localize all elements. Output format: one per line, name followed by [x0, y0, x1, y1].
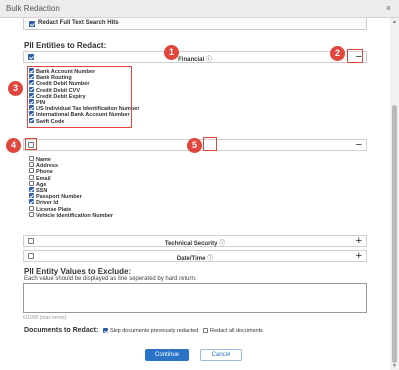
dialog-title: Bulk Redaction [6, 4, 60, 13]
cancel-button[interactable]: Cancel [200, 349, 242, 361]
info-icon[interactable]: ⓘ [219, 241, 225, 247]
skip-redacted-label: Skip documents previously redacted [109, 327, 199, 334]
expand-icon[interactable]: + [356, 250, 362, 262]
item-checkbox[interactable] [29, 193, 34, 199]
full-text-box: Redact Full Text Search Hits [23, 18, 367, 30]
scrollbar-thumb[interactable] [392, 105, 397, 363]
annotation-marker-5: 5 [187, 138, 202, 153]
pii-heading: PII Entities to Redact: [24, 41, 107, 50]
group-date-time[interactable]: Date/Time ⓘ + [23, 250, 367, 262]
annotation-highlight-checkbox [25, 138, 37, 150]
info-icon[interactable]: ⓘ [206, 57, 212, 63]
info-icon[interactable]: ⓘ [207, 256, 213, 262]
skip-redacted-checkbox[interactable] [102, 328, 108, 333]
exclude-heading: PII Entity Values to Exclude: [24, 267, 132, 276]
personal-items-list: Name Address Phone Email Age SSN Passport Numb… [29, 156, 114, 219]
documents-heading: Documents to Redact: [24, 327, 99, 334]
dialog-content: Redact Full Text Search Hits PII Entitie… [0, 18, 390, 370]
annotation-highlight-items [27, 66, 132, 128]
item-checkbox[interactable] [29, 162, 34, 168]
item-checkbox[interactable] [29, 205, 34, 211]
group-technical-security[interactable]: Technical Security ⓘ + [23, 235, 367, 247]
exclude-subtext: Each value should be displayed as line s… [24, 276, 197, 282]
continue-button[interactable]: Continue [145, 349, 189, 361]
list-item[interactable]: Vehicle Identification Number [29, 211, 114, 219]
collapse-icon[interactable]: − [356, 139, 362, 151]
scroll-up-icon[interactable]: ▲ [391, 19, 398, 25]
group-technical-security-title: Technical Security ⓘ [164, 241, 226, 247]
annotation-marker-1: 1 [164, 45, 179, 60]
dialog-titlebar: Bulk Redaction × [0, 0, 399, 18]
full-text-checkbox[interactable] [29, 21, 35, 27]
item-checkbox[interactable] [29, 186, 34, 192]
exclude-values-textarea[interactable] [23, 283, 367, 313]
item-checkbox[interactable] [29, 180, 34, 186]
annotation-marker-2: 2 [330, 46, 345, 61]
redact-all-label: Redact all documents [210, 327, 263, 334]
item-label: Vehicle Identification Number [36, 212, 114, 219]
annotation-highlight-info [203, 137, 217, 151]
documents-row: Documents to Redact: Skip documents prev… [24, 327, 263, 334]
exclude-counter: 0/1000 (max terms) [23, 315, 67, 321]
group-financial-title: Financial ⓘ [178, 57, 212, 63]
group-date-time-title: Date/Time ⓘ [176, 256, 214, 262]
item-checkbox[interactable] [29, 174, 34, 180]
item-checkbox[interactable] [29, 168, 34, 174]
annotation-marker-3: 3 [8, 81, 23, 96]
annotation-highlight-collapse [347, 49, 363, 63]
item-checkbox[interactable] [29, 199, 34, 205]
annotation-marker-4: 4 [6, 138, 21, 153]
close-icon[interactable]: × [386, 3, 391, 13]
scroll-down-icon[interactable]: ▼ [391, 363, 398, 369]
item-checkbox[interactable] [29, 211, 34, 217]
scrollbar[interactable]: ▲ ▼ [390, 18, 399, 370]
item-checkbox[interactable] [29, 156, 34, 161]
group-financial[interactable]: Financial ⓘ − [23, 51, 367, 63]
full-text-label: Redact Full Text Search Hits [38, 20, 119, 26]
redact-all-checkbox[interactable] [203, 328, 208, 333]
expand-icon[interactable]: + [356, 235, 362, 247]
